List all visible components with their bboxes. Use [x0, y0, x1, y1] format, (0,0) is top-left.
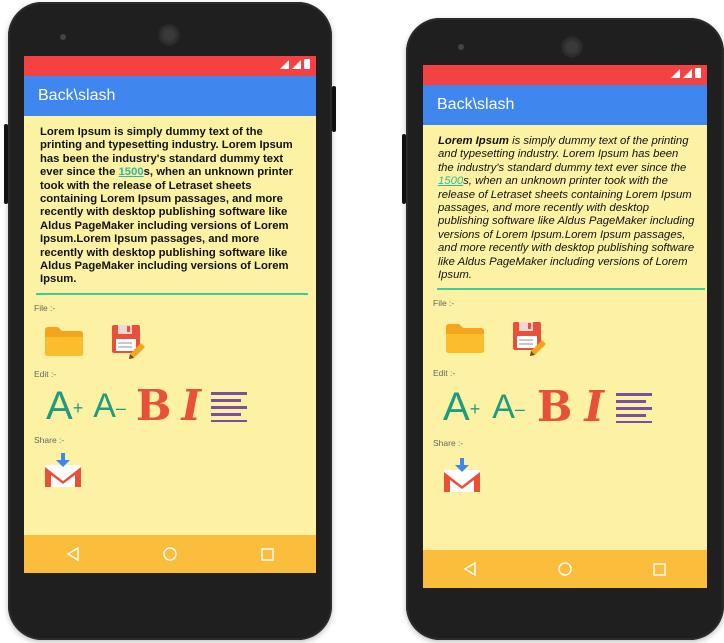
- earpiece-icon: [561, 36, 583, 58]
- status-bar: [423, 65, 707, 85]
- signal-icon: [280, 59, 289, 69]
- back-icon[interactable]: [455, 554, 485, 584]
- align-justify-icon[interactable]: [211, 390, 248, 422]
- text-divider: [437, 288, 705, 291]
- editor-text[interactable]: Lorem Ipsum is simply dummy text of the …: [423, 125, 707, 286]
- share-actions: [443, 458, 707, 493]
- share-section-label: Share :-: [34, 434, 65, 445]
- file-section-label: File :-: [433, 298, 455, 309]
- folder-icon[interactable]: [44, 325, 84, 357]
- nav-bar: [24, 535, 316, 573]
- app-title: Back\slash: [437, 96, 515, 113]
- italic-icon[interactable]: I: [181, 384, 201, 427]
- app-toolbar: Back\slash: [24, 76, 316, 116]
- share-section-label: Share :-: [433, 438, 464, 449]
- save-icon[interactable]: [110, 323, 146, 359]
- edit-actions: A + A – B I: [443, 386, 707, 428]
- app-toolbar: Back\slash: [423, 85, 707, 125]
- edit-section-label: Edit :-: [433, 368, 456, 379]
- text-divider: [36, 292, 308, 295]
- align-justify-icon[interactable]: [616, 391, 653, 424]
- signal-icon: [292, 59, 301, 69]
- app-title: Back\slash: [38, 87, 116, 104]
- folder-icon[interactable]: [445, 322, 485, 354]
- editor-text[interactable]: Lorem Ipsum is simply dummy text of the …: [24, 116, 316, 291]
- recents-icon[interactable]: [645, 554, 675, 584]
- italic-icon[interactable]: I: [584, 386, 604, 428]
- phone-left: Back\slash Lorem Ipsum is simply dummy t…: [4, 2, 336, 640]
- edit-actions: A + A – B I: [46, 384, 316, 427]
- year-link[interactable]: 1500: [119, 166, 144, 178]
- home-icon[interactable]: [155, 539, 185, 569]
- file-section-label: File :-: [34, 302, 56, 313]
- recents-icon[interactable]: [252, 539, 282, 569]
- back-icon[interactable]: [58, 539, 88, 569]
- camera-icon: [60, 34, 66, 40]
- side-button: [4, 124, 8, 204]
- share-actions: [44, 452, 316, 487]
- text-segment: s, when an unknown printer took with the…: [438, 175, 695, 282]
- file-actions: [44, 323, 316, 359]
- year-link[interactable]: 1500: [438, 175, 463, 187]
- increase-font-icon[interactable]: A +: [46, 386, 83, 426]
- save-icon[interactable]: [511, 320, 547, 357]
- status-icons: [671, 68, 701, 78]
- file-actions: [445, 320, 707, 357]
- gmail-icon[interactable]: [44, 452, 82, 487]
- signal-icon: [671, 68, 680, 78]
- earpiece-icon: [158, 24, 180, 46]
- decrease-font-icon[interactable]: A –: [93, 386, 126, 426]
- battery-icon: [304, 59, 310, 69]
- camera-icon: [458, 44, 464, 50]
- battery-icon: [695, 68, 701, 78]
- bold-icon[interactable]: B: [136, 384, 172, 427]
- decrease-font-icon[interactable]: A –: [492, 387, 525, 427]
- bold-icon[interactable]: B: [537, 386, 573, 428]
- status-bar: [24, 56, 316, 76]
- home-icon[interactable]: [550, 554, 580, 584]
- app-screen-right: Back\slash Lorem Ipsum is simply dummy t…: [423, 65, 707, 588]
- text-segment: s, when an unknown printer took with the…: [40, 166, 294, 286]
- bold-text-segment: Lorem Ipsum: [438, 135, 509, 147]
- phone-right: Back\slash Lorem Ipsum is simply dummy t…: [402, 18, 724, 640]
- increase-font-icon[interactable]: A +: [443, 387, 480, 427]
- side-button: [402, 134, 406, 204]
- app-screen-left: Back\slash Lorem Ipsum is simply dummy t…: [24, 56, 316, 573]
- signal-icon: [683, 68, 692, 78]
- status-icons: [280, 59, 310, 69]
- nav-bar: [423, 550, 707, 588]
- edit-section-label: Edit :-: [34, 368, 57, 379]
- gmail-icon[interactable]: [443, 458, 481, 493]
- side-button: [332, 86, 336, 132]
